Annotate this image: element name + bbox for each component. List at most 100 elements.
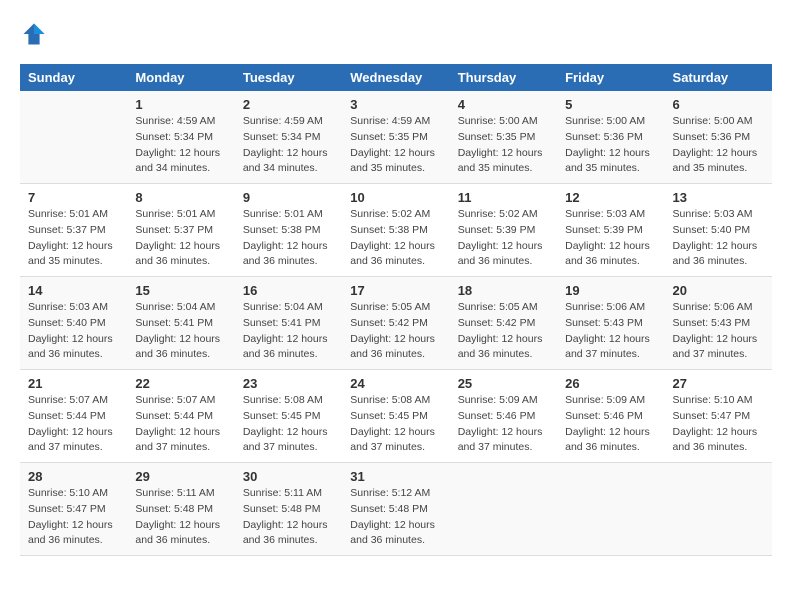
- day-info: Sunrise: 5:08 AMSunset: 5:45 PMDaylight:…: [350, 393, 441, 456]
- day-info: Sunrise: 5:03 AMSunset: 5:39 PMDaylight:…: [565, 207, 656, 270]
- day-number: 12: [565, 190, 656, 205]
- calendar-cell: [450, 463, 557, 556]
- day-number: 17: [350, 283, 441, 298]
- day-info: Sunrise: 5:10 AMSunset: 5:47 PMDaylight:…: [673, 393, 764, 456]
- calendar-header: SundayMondayTuesdayWednesdayThursdayFrid…: [20, 64, 772, 91]
- calendar-cell: 24 Sunrise: 5:08 AMSunset: 5:45 PMDayligh…: [342, 370, 449, 463]
- day-info: Sunrise: 5:05 AMSunset: 5:42 PMDaylight:…: [350, 300, 441, 363]
- day-info: Sunrise: 5:12 AMSunset: 5:48 PMDaylight:…: [350, 486, 441, 549]
- calendar-cell: 12 Sunrise: 5:03 AMSunset: 5:39 PMDayligh…: [557, 184, 664, 277]
- calendar-week-row: 14 Sunrise: 5:03 AMSunset: 5:40 PMDayligh…: [20, 277, 772, 370]
- day-number: 31: [350, 469, 441, 484]
- day-number: 26: [565, 376, 656, 391]
- calendar-cell: 21Sunrise: 5:07 AMSunset: 5:44 PMDayligh…: [20, 370, 127, 463]
- day-number: 23: [243, 376, 334, 391]
- day-info: Sunrise: 5:06 AMSunset: 5:43 PMDaylight:…: [673, 300, 764, 363]
- day-info: Sunrise: 5:04 AMSunset: 5:41 PMDaylight:…: [243, 300, 334, 363]
- day-number: 5: [565, 97, 656, 112]
- day-info: Sunrise: 5:04 AMSunset: 5:41 PMDaylight:…: [135, 300, 226, 363]
- day-number: 30: [243, 469, 334, 484]
- weekday-header-thursday: Thursday: [450, 64, 557, 91]
- weekday-header-row: SundayMondayTuesdayWednesdayThursdayFrid…: [20, 64, 772, 91]
- calendar-cell: 16 Sunrise: 5:04 AMSunset: 5:41 PMDayligh…: [235, 277, 342, 370]
- day-number: 3: [350, 97, 441, 112]
- day-number: 11: [458, 190, 549, 205]
- logo: [20, 20, 52, 48]
- day-info: Sunrise: 5:00 AMSunset: 5:35 PMDaylight:…: [458, 114, 549, 177]
- day-number: 29: [135, 469, 226, 484]
- logo-icon: [20, 20, 48, 48]
- calendar-cell: 28 Sunrise: 5:10 AMSunset: 5:47 PMDayligh…: [20, 463, 127, 556]
- day-info: Sunrise: 5:11 AMSunset: 5:48 PMDaylight:…: [135, 486, 226, 549]
- day-number: 21: [28, 376, 119, 391]
- day-info: Sunrise: 5:03 AMSunset: 5:40 PMDaylight:…: [28, 300, 119, 363]
- day-info: Sunrise: 5:03 AMSunset: 5:40 PMDaylight:…: [673, 207, 764, 270]
- calendar-cell: 11 Sunrise: 5:02 AMSunset: 5:39 PMDayligh…: [450, 184, 557, 277]
- calendar-body: 1 Sunrise: 4:59 AMSunset: 5:34 PMDaylight…: [20, 91, 772, 556]
- day-info: Sunrise: 5:00 AMSunset: 5:36 PMDaylight:…: [565, 114, 656, 177]
- day-info: Sunrise: 5:09 AMSunset: 5:46 PMDaylight:…: [458, 393, 549, 456]
- calendar-cell: 1 Sunrise: 4:59 AMSunset: 5:34 PMDaylight…: [127, 91, 234, 184]
- calendar-cell: 5 Sunrise: 5:00 AMSunset: 5:36 PMDaylight…: [557, 91, 664, 184]
- calendar-cell: [20, 91, 127, 184]
- day-info: Sunrise: 5:07 AMSunset: 5:44 PMDaylight:…: [135, 393, 226, 456]
- day-info: Sunrise: 5:01 AMSunset: 5:37 PMDaylight:…: [28, 207, 119, 270]
- weekday-header-sunday: Sunday: [20, 64, 127, 91]
- day-number: 10: [350, 190, 441, 205]
- day-info: Sunrise: 5:00 AMSunset: 5:36 PMDaylight:…: [673, 114, 764, 177]
- day-info: Sunrise: 5:02 AMSunset: 5:39 PMDaylight:…: [458, 207, 549, 270]
- day-number: 15: [135, 283, 226, 298]
- weekday-header-friday: Friday: [557, 64, 664, 91]
- day-info: Sunrise: 5:08 AMSunset: 5:45 PMDaylight:…: [243, 393, 334, 456]
- calendar-cell: 13Sunrise: 5:03 AMSunset: 5:40 PMDayligh…: [665, 184, 772, 277]
- day-info: Sunrise: 5:10 AMSunset: 5:47 PMDaylight:…: [28, 486, 119, 549]
- calendar-cell: 3 Sunrise: 4:59 AMSunset: 5:35 PMDaylight…: [342, 91, 449, 184]
- day-number: 6: [673, 97, 764, 112]
- day-number: 24: [350, 376, 441, 391]
- calendar-cell: 27 Sunrise: 5:10 AMSunset: 5:47 PMDayligh…: [665, 370, 772, 463]
- day-info: Sunrise: 4:59 AMSunset: 5:34 PMDaylight:…: [135, 114, 226, 177]
- calendar-cell: 19Sunrise: 5:06 AMSunset: 5:43 PMDayligh…: [557, 277, 664, 370]
- calendar-week-row: 28 Sunrise: 5:10 AMSunset: 5:47 PMDayligh…: [20, 463, 772, 556]
- weekday-header-monday: Monday: [127, 64, 234, 91]
- calendar-cell: 26Sunrise: 5:09 AMSunset: 5:46 PMDayligh…: [557, 370, 664, 463]
- calendar-cell: 23 Sunrise: 5:08 AMSunset: 5:45 PMDayligh…: [235, 370, 342, 463]
- calendar-table: SundayMondayTuesdayWednesdayThursdayFrid…: [20, 64, 772, 556]
- day-number: 25: [458, 376, 549, 391]
- day-info: Sunrise: 5:05 AMSunset: 5:42 PMDaylight:…: [458, 300, 549, 363]
- calendar-cell: 10 Sunrise: 5:02 AMSunset: 5:38 PMDayligh…: [342, 184, 449, 277]
- calendar-cell: 25 Sunrise: 5:09 AMSunset: 5:46 PMDayligh…: [450, 370, 557, 463]
- day-number: 2: [243, 97, 334, 112]
- weekday-header-saturday: Saturday: [665, 64, 772, 91]
- day-info: Sunrise: 5:11 AMSunset: 5:48 PMDaylight:…: [243, 486, 334, 549]
- weekday-header-tuesday: Tuesday: [235, 64, 342, 91]
- calendar-week-row: 7 Sunrise: 5:01 AMSunset: 5:37 PMDaylight…: [20, 184, 772, 277]
- day-number: 16: [243, 283, 334, 298]
- day-info: Sunrise: 4:59 AMSunset: 5:35 PMDaylight:…: [350, 114, 441, 177]
- calendar-week-row: 1 Sunrise: 4:59 AMSunset: 5:34 PMDaylight…: [20, 91, 772, 184]
- day-number: 14: [28, 283, 119, 298]
- day-number: 1: [135, 97, 226, 112]
- calendar-cell: 20 Sunrise: 5:06 AMSunset: 5:43 PMDayligh…: [665, 277, 772, 370]
- calendar-cell: 9Sunrise: 5:01 AMSunset: 5:38 PMDaylight…: [235, 184, 342, 277]
- calendar-cell: 4 Sunrise: 5:00 AMSunset: 5:35 PMDaylight…: [450, 91, 557, 184]
- calendar-cell: 17 Sunrise: 5:05 AMSunset: 5:42 PMDayligh…: [342, 277, 449, 370]
- day-info: Sunrise: 5:01 AMSunset: 5:38 PMDaylight:…: [243, 207, 334, 270]
- calendar-cell: 30 Sunrise: 5:11 AMSunset: 5:48 PMDayligh…: [235, 463, 342, 556]
- calendar-cell: 18Sunrise: 5:05 AMSunset: 5:42 PMDayligh…: [450, 277, 557, 370]
- day-number: 22: [135, 376, 226, 391]
- calendar-cell: [665, 463, 772, 556]
- day-number: 20: [673, 283, 764, 298]
- day-number: 27: [673, 376, 764, 391]
- day-number: 28: [28, 469, 119, 484]
- day-info: Sunrise: 5:01 AMSunset: 5:37 PMDaylight:…: [135, 207, 226, 270]
- day-info: Sunrise: 4:59 AMSunset: 5:34 PMDaylight:…: [243, 114, 334, 177]
- weekday-header-wednesday: Wednesday: [342, 64, 449, 91]
- day-number: 7: [28, 190, 119, 205]
- calendar-cell: [557, 463, 664, 556]
- calendar-cell: 14 Sunrise: 5:03 AMSunset: 5:40 PMDayligh…: [20, 277, 127, 370]
- day-number: 4: [458, 97, 549, 112]
- calendar-week-row: 21 Sunrise: 5:07 AMSunset: 5:44 PMDayligh…: [20, 370, 772, 463]
- calendar-cell: 2 Sunrise: 4:59 AMSunset: 5:34 PMDaylight…: [235, 91, 342, 184]
- day-info: Sunrise: 5:02 AMSunset: 5:38 PMDaylight:…: [350, 207, 441, 270]
